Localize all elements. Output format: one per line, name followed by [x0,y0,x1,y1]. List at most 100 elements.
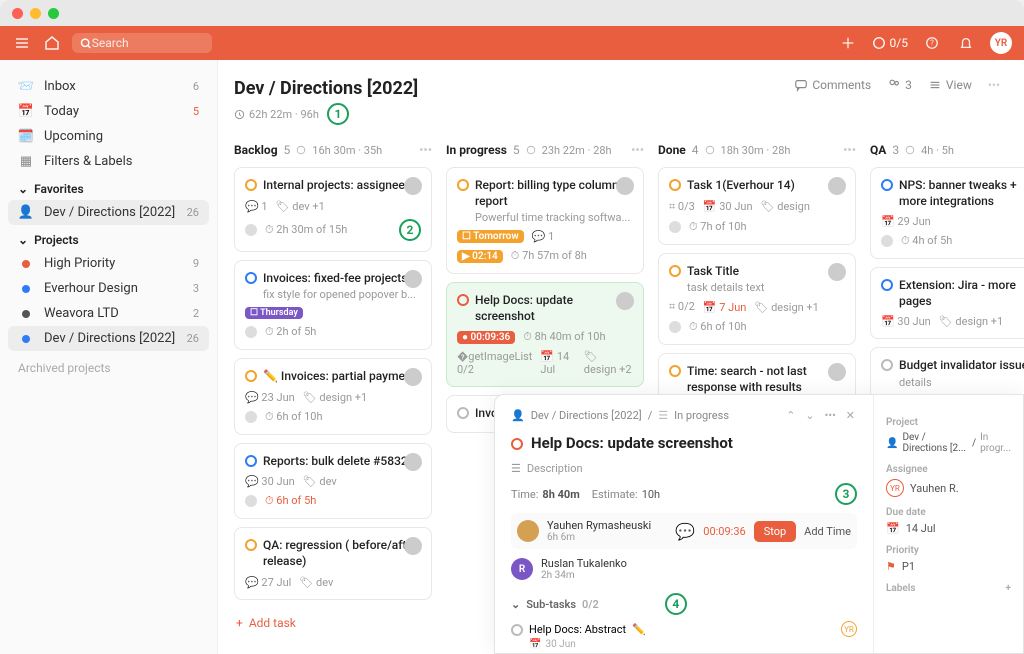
chevron-down-icon: ⌄ [18,233,28,247]
content: Dev / Directions [2022] 62h 22m · 96h 1 … [218,60,1024,654]
topbar: 0/5 ? YR [0,26,1024,60]
duedate-field-label: Due date [886,507,1011,518]
add-label-icon[interactable]: + [1006,583,1012,594]
task-card[interactable]: Task 1(Everhour 14)⌗ 0/3📅 30 Jun🏷 design… [658,167,856,245]
home-icon[interactable] [42,33,62,53]
sidebar: 📨Inbox6 📅Today5 🗓️Upcoming ▦Filters & La… [0,60,218,654]
task-card[interactable]: Help Docs: update screenshot● 00:09:36⏱ … [446,282,644,387]
favorite-project[interactable]: 👤Dev / Directions [2022]26 [8,200,209,225]
projects-header[interactable]: ⌄Projects [8,225,209,251]
sidebar-inbox[interactable]: 📨Inbox6 [8,74,209,99]
sidebar-project[interactable]: Weavora LTD2 [8,301,209,326]
task-card[interactable]: QA: regression ( before/after release)💬 … [234,527,432,599]
task-card[interactable]: Report: billing type column reportPowerf… [446,167,644,274]
page-title: Dev / Directions [2022] [234,78,418,99]
sidebar-project[interactable]: Everhour Design3 [8,276,209,301]
add-task-button[interactable]: +Add task [234,608,432,638]
menu-icon[interactable] [12,33,32,53]
assignee-time: 6h 6m [547,532,667,543]
task-card[interactable]: Invoices: fixed-fee projectsfix style fo… [234,260,432,351]
task-card[interactable]: Internal projects: assignee💬 1🏷 dev +1⏱ … [234,167,432,252]
more-icon[interactable]: ••• [988,78,1000,92]
person-icon: 👤 [18,205,34,220]
progress-indicator[interactable]: 0/5 [872,36,908,50]
favorites-header[interactable]: ⌄Favorites [8,174,209,200]
user-avatar [517,520,539,542]
clock-icon [296,145,306,155]
labels-field-label: Labels+ [886,583,1011,594]
chevron-down-icon[interactable]: ⌄ [511,598,520,611]
next-task-icon[interactable]: ⌄ [803,407,816,424]
close-panel-icon[interactable]: ✕ [844,407,857,424]
add-time-button[interactable]: Add Time [804,525,851,538]
calendar-icon: 📅 [18,104,34,119]
panel-task-title: Help Docs: update screenshot [531,434,733,452]
column-menu-icon[interactable]: ••• [843,143,856,157]
assignee-field-label: Assignee [886,464,1011,475]
panel-more-icon[interactable]: ••• [823,407,838,424]
zoom-window-dot[interactable] [48,8,59,19]
priority-field-label: Priority [886,545,1011,556]
add-icon[interactable] [838,33,858,53]
subtasks-count: 0/2 [582,598,599,611]
people-button[interactable]: 3 [887,78,912,92]
estimate-label: Estimate: [592,488,638,501]
task-card[interactable]: Reports: bulk delete #5832💬 30 Jun🏷 dev⏱… [234,443,432,520]
search-icon [80,37,92,50]
task-status-ring[interactable] [511,438,523,450]
breadcrumb-project[interactable]: Dev / Directions [2022] [531,409,642,422]
column-menu-icon[interactable]: ••• [631,143,644,157]
task-card[interactable]: Budget invalidator issuedetails [870,347,1024,400]
task-card[interactable]: Task Titletask details text⌗ 0/2📅 7 Jun🏷… [658,253,856,346]
annotation-3: 3 [835,483,857,505]
description-label: Description [527,462,583,475]
subtask-avatar: YR [841,621,857,637]
column-menu-icon[interactable]: ••• [419,143,432,157]
subtasks-label: Sub-tasks [526,598,576,611]
assignee-time: 2h 34m [541,570,627,581]
comments-button[interactable]: Comments [794,78,871,92]
bell-icon[interactable] [956,33,976,53]
chevron-down-icon: ⌄ [18,182,28,196]
user-avatar[interactable]: YR [990,32,1012,54]
view-button[interactable]: View [928,78,972,92]
search-input-wrap[interactable] [72,33,212,53]
grid-icon: ▦ [18,154,34,169]
sidebar-filters[interactable]: ▦Filters & Labels [8,149,209,174]
clock-icon [234,109,245,120]
help-icon[interactable]: ? [922,33,942,53]
running-timer: 00:09:36 [703,525,745,538]
upcoming-icon: 🗓️ [18,129,34,144]
task-detail-panel: 👤 Dev / Directions [2022] / ☰ In progres… [494,394,1024,654]
sidebar-project[interactable]: High Priority9 [8,251,209,276]
close-window-dot[interactable] [12,8,23,19]
person-icon: 👤 [511,409,525,422]
annotation-1: 1 [327,103,349,125]
breadcrumb-column[interactable]: In progress [674,409,729,422]
window-chrome [0,0,1024,26]
prev-task-icon[interactable]: ⌃ [784,407,797,424]
time-tracked-value: 8h 40m [542,488,579,501]
column-backlog: Backlog516h 30m · 35h••• Internal projec… [234,143,432,654]
annotation-4: 4 [665,593,687,615]
svg-text:?: ? [930,39,934,48]
project-field-label: Project [886,417,1011,428]
inbox-icon: 📨 [18,79,34,94]
assignee-name: Ruslan Tukalenko [541,557,627,570]
archived-projects[interactable]: Archived projects [8,351,209,385]
sidebar-upcoming[interactable]: 🗓️Upcoming [8,124,209,149]
subtask-title[interactable]: Help Docs: Abstract [529,623,626,636]
sidebar-project[interactable]: Dev / Directions [2022]26 [8,326,209,351]
estimate-value: 10h [642,488,660,501]
task-card[interactable]: ✏️ Invoices: partial payment💬 23 Jun🏷 de… [234,358,432,435]
task-card[interactable]: NPS: banner tweaks + more integrations📅 … [870,167,1024,259]
sidebar-today[interactable]: 📅Today5 [8,99,209,124]
minimize-window-dot[interactable] [30,8,41,19]
user-avatar: R [511,558,533,580]
task-card[interactable]: Extension: Jira - more pages📅 30 Jun🏷 de… [870,267,1024,339]
search-input[interactable] [92,36,204,50]
time-tracked-label: Time: [511,488,538,501]
assignee-name: Yauhen Rymasheuski [547,519,667,532]
subtask-ring[interactable] [511,624,523,636]
stop-button[interactable]: Stop [754,521,796,542]
